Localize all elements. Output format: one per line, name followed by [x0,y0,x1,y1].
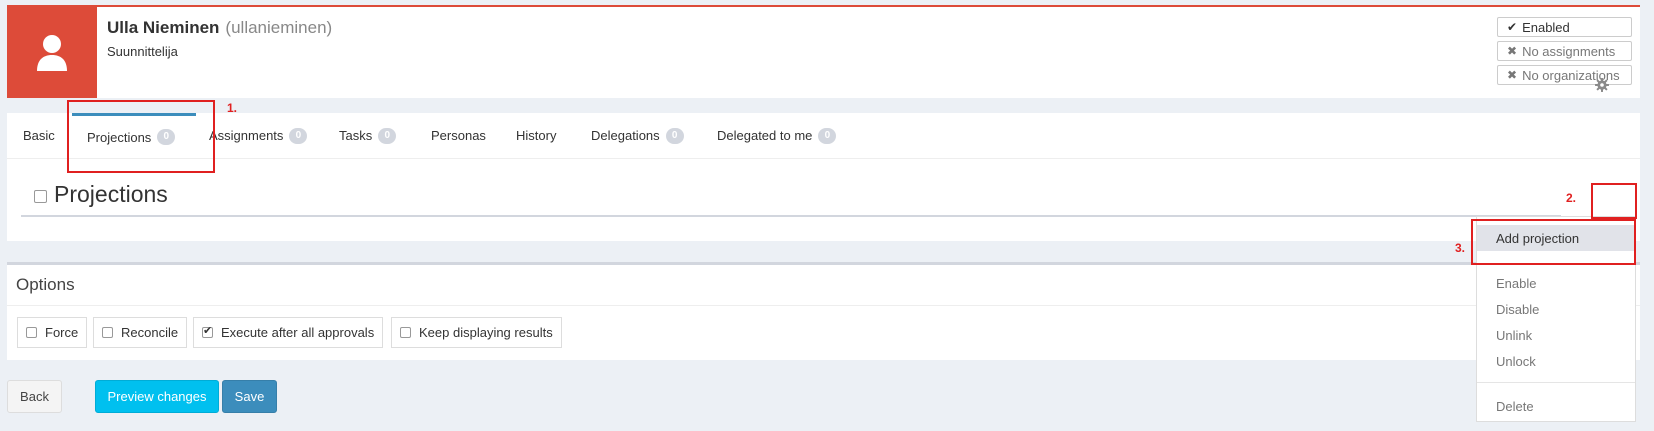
option-execute-after-approvals[interactable]: Execute after all approvals [193,317,384,348]
tab-count-badge: 0 [665,127,684,144]
cross-icon: ✖ [1507,68,1518,82]
option-keep-displaying-results[interactable]: Keep displaying results [391,317,562,348]
options-panel: Options Force Reconcile Execute after al… [7,262,1640,360]
tab-delegated-to-me[interactable]: Delegated to me 0 [717,113,837,158]
user-header: Ulla Nieminen (ullanieminen) Suunnittelij… [7,5,1640,98]
tab-label: Tasks [339,128,373,143]
menu-item-add-projection[interactable]: Add projection [1477,225,1635,251]
cross-icon: ✖ [1507,44,1518,58]
tab-label: Delegated to me [717,128,813,143]
menu-item-delete[interactable]: Delete [1477,393,1635,419]
force-checkbox[interactable] [26,327,37,338]
status-label: No assignments [1522,43,1616,59]
tab-projections[interactable]: Projections 0 [72,113,196,158]
options-title: Options [16,275,75,294]
tab-count-badge: 0 [157,129,176,145]
status-label: Enabled [1522,19,1570,35]
tab-assignments[interactable]: Assignments 0 [209,113,308,158]
tab-count-badge: 0 [289,127,308,144]
section-title: Projections [54,181,168,207]
tab-bar: Basic Projections 0 Assignments 0 Tasks 0 P… [7,113,1640,159]
tab-personas[interactable]: Personas [431,113,486,158]
tab-count-badge: 0 [818,127,837,144]
keep-displaying-results-checkbox[interactable] [400,327,411,338]
gear-menu-button[interactable] [1587,70,1617,100]
check-icon: ✔ [1507,20,1518,34]
menu-divider [1477,382,1635,383]
user-display-name: Ulla Nieminen (ullanieminen) [107,18,332,38]
option-label: Force [45,325,79,340]
annotation-step-3: 3. [1455,241,1466,255]
projections-section-header: Projections [21,177,1561,217]
tab-label: Projections [87,129,152,145]
option-reconcile[interactable]: Reconcile [93,317,188,348]
tab-label: History [516,128,557,143]
option-label: Keep displaying results [419,325,553,340]
tab-label: Personas [431,128,486,143]
divider [7,305,1640,306]
tabs-panel: Basic Projections 0 Assignments 0 Tasks 0 P… [7,113,1640,241]
projection-actions-menu: Add projection Enable Disable Unlink Unl… [1476,216,1636,422]
tab-tasks[interactable]: Tasks 0 [339,113,397,158]
user-avatar [7,7,97,98]
gear-icon [1595,78,1609,92]
menu-item-enable[interactable]: Enable [1477,270,1635,296]
user-icon [37,34,67,71]
select-all-checkbox[interactable] [34,190,47,203]
tab-label: Basic [23,128,55,143]
preview-changes-button[interactable]: Preview changes [95,380,219,413]
option-label: Execute after all approvals [221,325,375,340]
tab-history[interactable]: History [516,113,556,158]
menu-item-unlock[interactable]: Unlock [1477,348,1635,374]
reconcile-checkbox[interactable] [102,327,113,338]
menu-item-disable[interactable]: Disable [1477,296,1635,322]
tab-label: Delegations [591,128,660,143]
tab-count-badge: 0 [378,127,397,144]
menu-item-unlink[interactable]: Unlink [1477,322,1635,348]
user-title: Suunnittelija [107,44,178,59]
user-name-text: Ulla Nieminen [107,18,220,37]
save-button[interactable]: Save [222,380,277,413]
execute-after-approvals-checkbox[interactable] [202,324,213,338]
tab-basic[interactable]: Basic [23,113,55,158]
option-force[interactable]: Force [17,317,88,348]
tab-label: Assignments [209,128,284,143]
annotation-step-1: 1. [227,101,238,115]
tab-delegations[interactable]: Delegations 0 [591,113,684,158]
status-badge-assignments: ✖ No assignments [1497,41,1632,61]
option-label: Reconcile [121,325,179,340]
status-badge-enabled: ✔ Enabled [1497,17,1632,37]
user-login: (ullanieminen) [225,18,333,37]
annotation-step-2: 2. [1566,191,1577,205]
back-button[interactable]: Back [7,380,62,413]
